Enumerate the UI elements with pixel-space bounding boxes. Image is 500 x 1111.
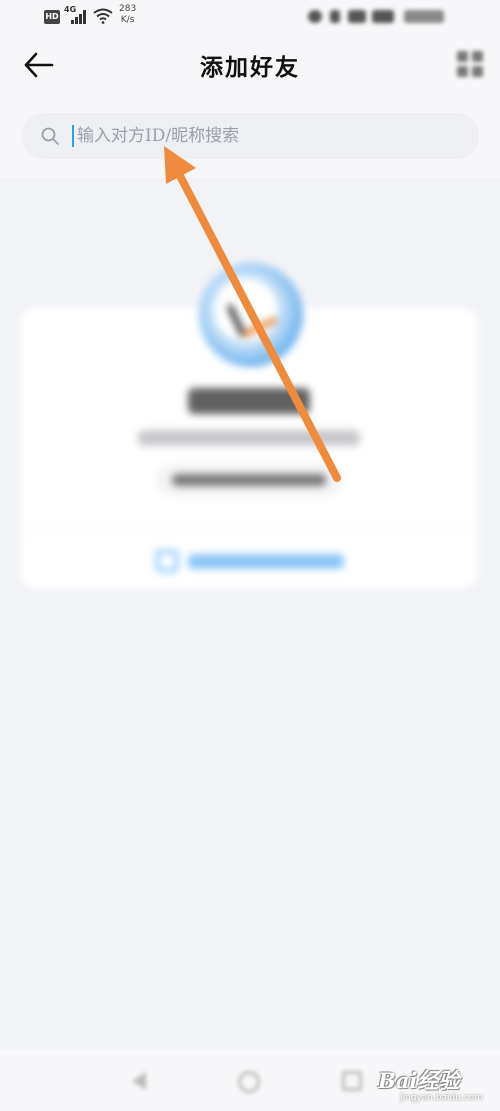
header: 添加好友 (0, 34, 500, 96)
edit-icon (156, 550, 178, 572)
text-cursor (72, 125, 74, 147)
search-bar[interactable] (21, 113, 479, 159)
card-title (188, 388, 310, 414)
search-area (0, 96, 500, 178)
nav-recent-icon[interactable] (342, 1071, 362, 1091)
nav-back-icon[interactable] (132, 1072, 146, 1090)
watermark: Bai经验 jingyan.baidu.com (378, 1055, 500, 1111)
wifi-icon (93, 8, 113, 24)
watermark-url: jingyan.baidu.com (400, 1093, 484, 1103)
card-divider (20, 530, 478, 531)
signal-icon (71, 9, 89, 24)
page-title: 添加好友 (200, 54, 300, 81)
content-area (0, 178, 500, 1050)
search-input[interactable] (77, 113, 457, 159)
network-speed: 283 K/s (119, 4, 136, 26)
status-right-icons (308, 9, 478, 25)
hd-badge: HD (44, 10, 60, 24)
card-id-pill (156, 464, 342, 496)
speed-unit: K/s (120, 15, 135, 25)
scan-button[interactable] (455, 49, 485, 79)
speed-value: 283 (119, 4, 137, 14)
watermark-logo: Bai经验 (378, 1068, 460, 1093)
status-bar: HD 4G 283 K/s (0, 0, 500, 34)
search-icon (41, 127, 59, 145)
card-action-link[interactable] (156, 550, 346, 572)
card-subtitle (138, 430, 360, 446)
nav-home-icon[interactable] (238, 1071, 260, 1093)
